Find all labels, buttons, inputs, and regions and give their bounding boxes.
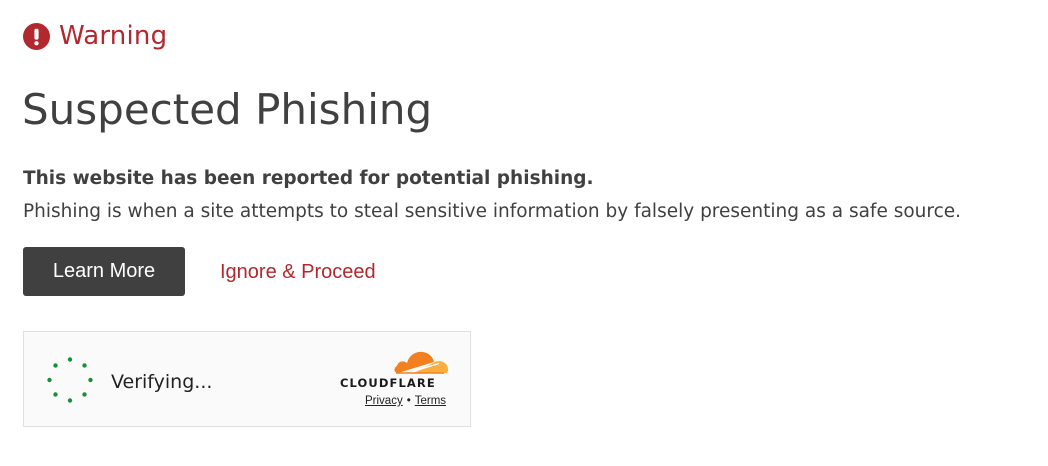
- cloudflare-challenge-widget: Verifying... CLOUDFLARE Privacy • Terms: [23, 331, 471, 427]
- loading-spinner-icon: [47, 357, 93, 403]
- link-separator: •: [406, 395, 411, 407]
- cloudflare-footer-links: Privacy • Terms: [365, 395, 446, 407]
- ignore-proceed-link[interactable]: Ignore & Proceed: [220, 260, 376, 284]
- warning-description: Phishing is when a site attempts to stea…: [23, 201, 962, 222]
- privacy-link[interactable]: Privacy: [365, 395, 403, 407]
- page-title: Suspected Phishing: [22, 85, 433, 134]
- terms-link[interactable]: Terms: [415, 395, 446, 407]
- warning-lead-text: This website has been reported for poten…: [23, 168, 594, 189]
- cloudflare-wordmark: CLOUDFLARE: [340, 376, 436, 390]
- cloudflare-logo: CLOUDFLARE: [337, 350, 451, 390]
- verifying-status-text: Verifying...: [111, 371, 213, 393]
- learn-more-button[interactable]: Learn More: [23, 247, 185, 296]
- cloudflare-cloud-icon: [394, 351, 449, 374]
- exclamation-circle-icon: [23, 22, 50, 50]
- warning-label: Warning: [59, 21, 168, 51]
- warning-header: Warning: [23, 18, 167, 54]
